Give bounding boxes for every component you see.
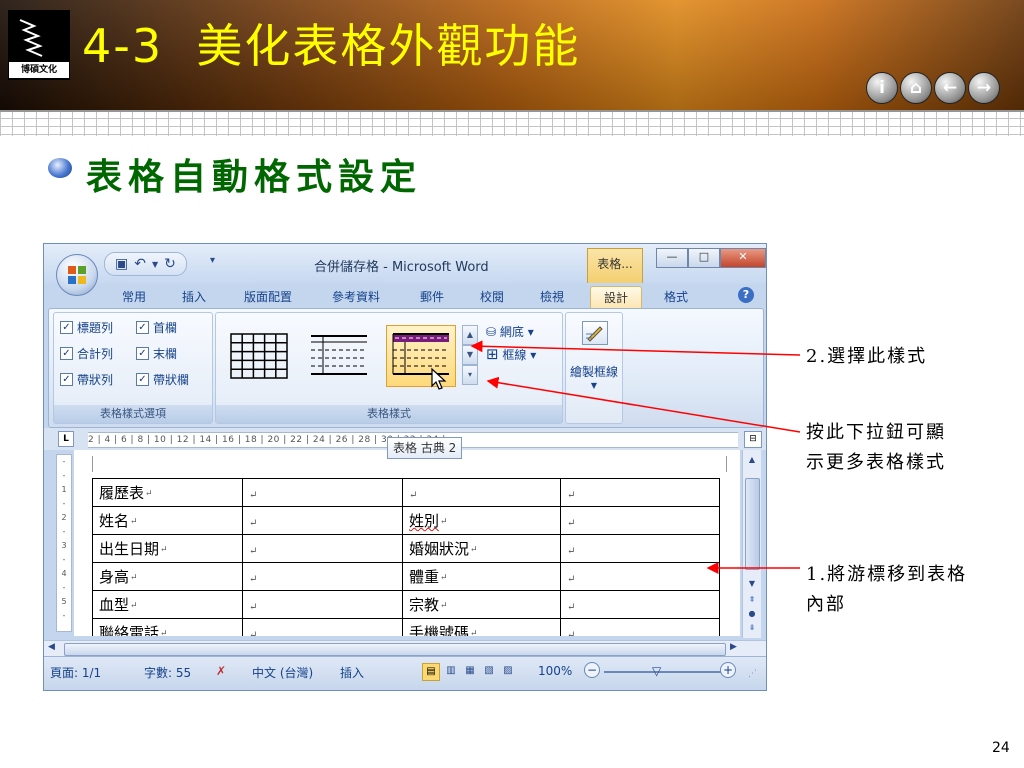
arrow-select-style — [470, 340, 801, 356]
info-icon[interactable]: i — [866, 72, 898, 104]
annotation-dropdown-line2: 示更多表格樣式 — [806, 452, 946, 473]
publisher-logo-text: 博碩文化 — [9, 62, 69, 78]
slide-title-number: 4-3 — [82, 19, 164, 73]
annotation-cursor-line1: 1.將游標移到表格 — [806, 564, 968, 585]
home-icon[interactable]: ⌂ — [900, 72, 932, 104]
slide-title-text: 美化表格外觀功能 — [196, 19, 581, 73]
annotation-cursor-line2: 內部 — [806, 594, 846, 615]
annotation-dropdown-line1: 按此下拉鈕可顯 — [806, 422, 946, 443]
slide-nav: i ⌂ ← → — [866, 72, 1000, 104]
back-arrow-icon[interactable]: ← — [934, 72, 966, 104]
slide-title: 4-3 美化表格外觀功能 — [82, 14, 580, 78]
arrow-dropdown — [486, 376, 801, 433]
page-number: 24 — [992, 740, 1010, 756]
office-button[interactable] — [56, 254, 98, 296]
annotation-select-style: 2.選擇此樣式 — [806, 346, 928, 367]
office-logo-icon — [68, 266, 86, 284]
forward-arrow-icon[interactable]: → — [968, 72, 1000, 104]
style-tooltip: 表格 古典 2 — [387, 437, 463, 459]
annotation-arrows — [470, 340, 801, 574]
publisher-logo-mark — [19, 19, 43, 57]
